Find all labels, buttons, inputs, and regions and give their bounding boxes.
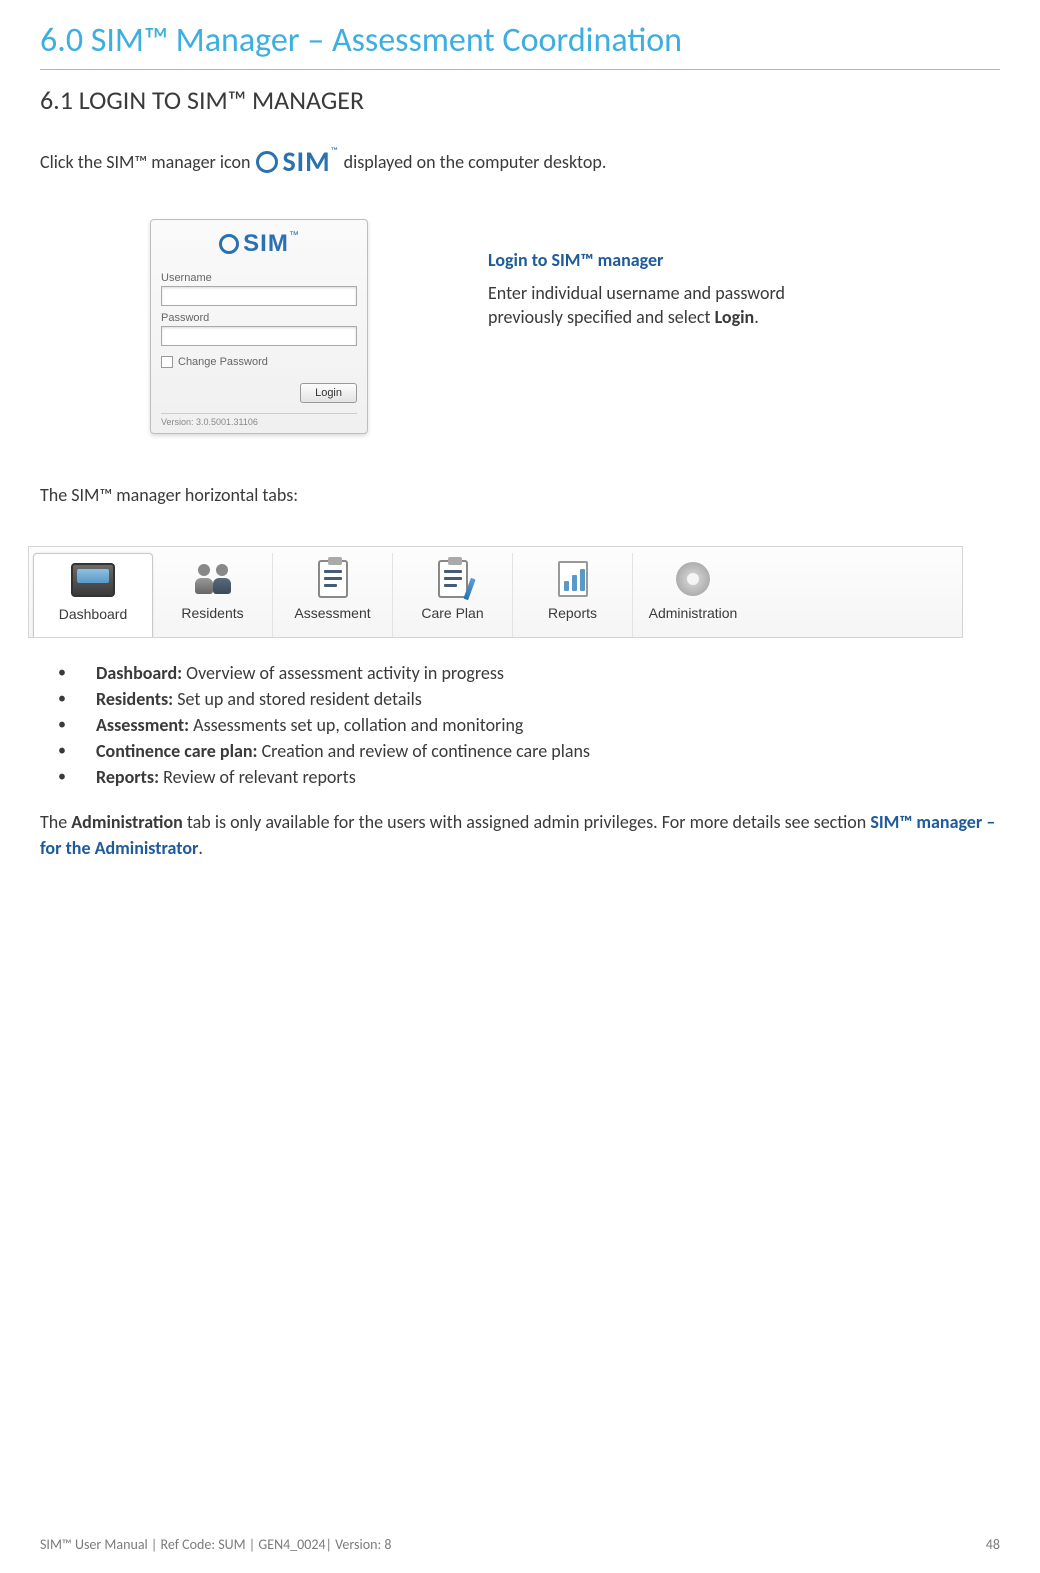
page-title: 6.0 SIM™ Manager – Assessment Coordinati… (40, 20, 1000, 61)
sim-circle-icon (256, 151, 278, 173)
list-item: Continence care plan: Creation and revie… (40, 738, 1000, 764)
bullet-title: Assessment: (96, 714, 189, 736)
bullet-title: Residents: (96, 688, 173, 710)
admin-b: Administration (71, 811, 183, 833)
tab-residents[interactable]: Residents (153, 553, 273, 637)
side-body-c: . (754, 306, 759, 328)
intro-text-b: displayed on the computer desktop. (344, 151, 607, 173)
bullet-desc: Overview of assessment activity in progr… (182, 662, 504, 684)
careplan-icon (429, 559, 477, 599)
username-label: Username (161, 272, 357, 284)
bullet-title: Dashboard: (96, 662, 182, 684)
bullet-title: Reports: (96, 766, 159, 788)
login-button[interactable]: Login (300, 383, 357, 403)
page-number: 48 (986, 1536, 1000, 1553)
sim-text: SIM (282, 144, 330, 179)
change-password-label: Change Password (178, 356, 268, 368)
footer-left: SIM™ User Manual | Ref Code: SUM | GEN4_… (40, 1536, 391, 1553)
list-item: Dashboard: Overview of assessment activi… (40, 660, 1000, 686)
horizontal-rule (40, 69, 1000, 70)
tab-dashboard-label: Dashboard (34, 606, 152, 622)
list-item: Reports: Review of relevant reports (40, 764, 1000, 790)
admin-e: . (198, 837, 203, 859)
side-body-b: Login (715, 306, 755, 328)
dashboard-icon (69, 560, 117, 600)
sim-logo-text: SIM™ (282, 144, 337, 179)
tab-reports[interactable]: Reports (513, 553, 633, 637)
tab-administration-label: Administration (633, 605, 753, 621)
admin-c: tab is only available for the users with… (183, 811, 871, 833)
login-logo-text: SIM (243, 230, 289, 257)
page-footer: SIM™ User Manual | Ref Code: SUM | GEN4_… (40, 1536, 1000, 1553)
administration-icon (669, 559, 717, 599)
tab-assessment[interactable]: Assessment (273, 553, 393, 637)
assessment-icon (309, 559, 357, 599)
password-label: Password (161, 312, 357, 324)
residents-icon (189, 559, 237, 599)
change-password-checkbox[interactable] (161, 356, 173, 368)
reports-icon (549, 559, 597, 599)
bullet-desc: Assessments set up, collation and monito… (189, 714, 523, 736)
password-input[interactable] (161, 326, 357, 346)
admin-note: The Administration tab is only available… (40, 810, 1000, 860)
section-heading: 6.1 LOGIN TO SIM™ MANAGER (40, 84, 1000, 116)
bullet-desc: Review of relevant reports (159, 766, 356, 788)
intro-line: Click the SIM™ manager icon SIM™ display… (40, 144, 1000, 179)
admin-a: The (40, 811, 71, 833)
login-dialog: SIM™ Username Password Change Password L… (150, 219, 368, 434)
list-item: Residents: Set up and stored resident de… (40, 686, 1000, 712)
tab-reports-label: Reports (513, 605, 632, 621)
tab-careplan[interactable]: Care Plan (393, 553, 513, 637)
version-text: Version: 3.0.5001.31106 (161, 413, 357, 427)
side-heading: Login to SIM™ manager (488, 249, 798, 271)
bullet-desc: Creation and review of continence care p… (258, 740, 590, 762)
tabs-intro: The SIM™ manager horizontal tabs: (40, 484, 1000, 506)
username-input[interactable] (161, 286, 357, 306)
list-item: Assessment: Assessments set up, collatio… (40, 712, 1000, 738)
side-body: Enter individual username and password p… (488, 281, 798, 330)
intro-text-a: Click the SIM™ manager icon (40, 151, 250, 173)
login-logo: SIM™ (161, 230, 357, 258)
bullet-title: Continence care plan: (96, 740, 258, 762)
tabs-description-list: Dashboard: Overview of assessment activi… (40, 660, 1000, 790)
tab-careplan-label: Care Plan (393, 605, 512, 621)
bullet-desc: Set up and stored resident details (173, 688, 422, 710)
sim-logo-icon: SIM™ (256, 144, 337, 179)
tab-residents-label: Residents (153, 605, 272, 621)
tab-assessment-label: Assessment (273, 605, 392, 621)
tabs-bar: Dashboard Residents Assessment Care Plan… (28, 546, 963, 638)
tm-mark: ™ (331, 144, 338, 157)
tab-administration[interactable]: Administration (633, 553, 753, 637)
tab-dashboard[interactable]: Dashboard (33, 553, 153, 637)
